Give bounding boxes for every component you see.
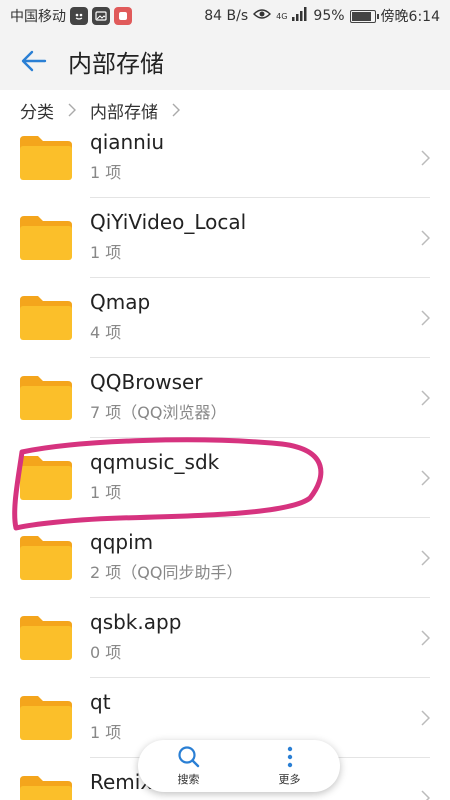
status-right: 84 B/s 4G 95% 傍晚6:14 <box>204 6 440 26</box>
list-item[interactable]: QQBrowser 7 项（QQ浏览器） <box>0 358 450 438</box>
signal-icon <box>292 7 308 25</box>
file-meta: 0 项 <box>90 643 122 662</box>
arrow-left-icon <box>21 50 47 72</box>
battery-fill <box>351 11 372 21</box>
file-list: qianniu 1 项 QiYiVideo_Local 1 项 Qmap 4 项… <box>0 118 450 800</box>
file-meta: 1 项 <box>90 243 122 262</box>
more-vertical-icon <box>287 746 292 768</box>
eye-icon <box>253 8 272 24</box>
chevron-right-icon <box>68 103 76 117</box>
folder-icon <box>20 616 72 660</box>
battery-percent: 95% <box>313 8 345 24</box>
search-icon <box>177 746 199 768</box>
chevron-right-icon <box>421 390 430 406</box>
file-text: Qmap 4 项 <box>90 288 150 346</box>
list-item[interactable]: qianniu 1 项 <box>0 118 450 198</box>
folder-icon <box>20 696 72 740</box>
file-text: QQBrowser 7 项（QQ浏览器） <box>90 368 226 426</box>
chevron-right-icon <box>421 470 430 486</box>
search-label: 搜索 <box>177 773 200 786</box>
search-button[interactable]: 搜索 <box>154 745 224 787</box>
time-label: 傍晚6:14 <box>380 9 440 25</box>
folder-icon <box>20 776 72 800</box>
file-text: qqpim 2 项（QQ同步助手） <box>90 528 242 586</box>
list-item[interactable]: Qmap 4 项 <box>0 278 450 358</box>
network-type: 4G <box>276 12 288 21</box>
back-button[interactable] <box>0 32 68 90</box>
folder-icon <box>20 536 72 580</box>
chevron-right-icon <box>421 710 430 726</box>
file-name: QQBrowser <box>90 370 203 394</box>
folder-icon <box>20 216 72 260</box>
file-name: qqpim <box>90 530 154 554</box>
carrier-label: 中国移动 <box>10 9 66 25</box>
bottom-action-bar: 搜索 更多 <box>138 740 340 792</box>
app-notification-icon <box>70 7 88 25</box>
file-meta: 1 项 <box>90 483 122 502</box>
chevron-right-icon <box>421 150 430 166</box>
file-name: qsbk.app <box>90 610 182 634</box>
file-meta: 2 项（QQ同步助手） <box>90 563 243 582</box>
network-speed: 84 B/s <box>204 8 249 24</box>
status-bar: 中国移动 84 B/s 4G 95% 傍晚6:14 <box>0 0 450 32</box>
folder-icon <box>20 296 72 340</box>
file-name: Qmap <box>90 290 151 314</box>
file-text: qt 1 项 <box>90 688 121 746</box>
message-notification-icon <box>114 7 132 25</box>
file-text: qianniu 1 项 <box>90 128 164 186</box>
file-text: qqmusic_sdk 1 项 <box>90 448 219 506</box>
folder-icon <box>20 456 72 500</box>
file-meta: 7 项（QQ浏览器） <box>90 403 227 422</box>
list-item[interactable]: qqmusic_sdk 1 项 <box>0 438 450 518</box>
file-meta: 1 项 <box>90 163 122 182</box>
file-text: qsbk.app 0 项 <box>90 608 181 666</box>
photo-notification-icon <box>92 7 110 25</box>
more-label: 更多 <box>278 773 301 786</box>
file-meta: 1 项 <box>90 723 122 742</box>
app-header: 内部存储 <box>0 32 450 90</box>
more-button[interactable]: 更多 <box>255 745 325 787</box>
chevron-right-icon <box>421 790 430 800</box>
chevron-right-icon <box>421 550 430 566</box>
folder-icon <box>20 136 72 180</box>
file-meta: 4 项 <box>90 323 122 342</box>
list-item[interactable]: qsbk.app 0 项 <box>0 598 450 678</box>
file-text: QiYiVideo_Local 1 项 <box>90 208 246 266</box>
chevron-right-icon <box>421 230 430 246</box>
list-item[interactable]: QiYiVideo_Local 1 项 <box>0 198 450 278</box>
folder-icon <box>20 376 72 420</box>
chevron-right-icon <box>172 103 180 117</box>
chevron-right-icon <box>421 630 430 646</box>
page-title: 内部存储 <box>68 49 164 78</box>
file-name: qqmusic_sdk <box>90 450 220 474</box>
battery-icon <box>349 9 379 23</box>
chevron-right-icon <box>421 310 430 326</box>
list-item[interactable]: qqpim 2 项（QQ同步助手） <box>0 518 450 598</box>
file-name: qianniu <box>90 130 165 154</box>
file-name: qt <box>90 690 111 714</box>
status-left: 中国移动 <box>10 6 132 26</box>
file-name: QiYiVideo_Local <box>90 210 247 234</box>
